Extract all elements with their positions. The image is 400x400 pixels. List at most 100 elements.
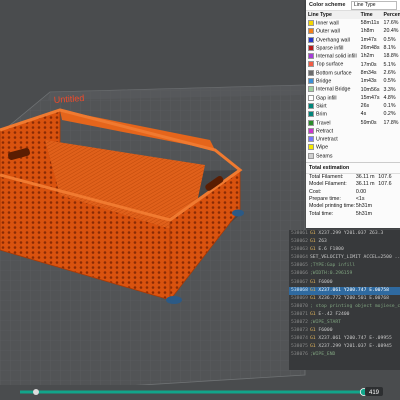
legend-label: Gap infill — [316, 95, 337, 102]
gcode-line[interactable]: 538072 ;WIPE_START — [289, 319, 400, 327]
gcode-line[interactable]: 538074 G1 X237.061 Y200.747 E-.09955 — [289, 335, 400, 343]
legend-row[interactable]: Wipe — [306, 143, 400, 151]
legend-label: Travel — [316, 119, 331, 126]
gcode-line[interactable]: 538066 ;WIDTH:0.296159 — [289, 270, 400, 278]
gcode-line-number: 538067 — [291, 279, 308, 285]
gcode-line-number: 538069 — [291, 295, 308, 301]
estimation-key: Model Filament: — [309, 181, 347, 188]
legend-swatch — [308, 44, 314, 51]
gcode-args: SET_VELOCITY_LIMIT ACCEL=2500 ... — [309, 255, 400, 261]
gcode-line-number: 538073 — [291, 328, 308, 334]
estimation-weight: 107.6 — [378, 174, 392, 181]
estimation-key: Model printing time: — [309, 203, 356, 210]
legend-row[interactable]: Travel 59m0s 17.8% — [306, 119, 400, 127]
legend-label: Seams — [316, 153, 333, 160]
legend-time: 26s — [360, 103, 370, 110]
legend-time: 59m0s — [360, 119, 377, 126]
gcode-line-number: 538068 — [291, 287, 308, 293]
gcode-args: ;WIPE_END — [309, 352, 336, 358]
legend-row[interactable]: Gap infill 15m47s 4.8% — [306, 94, 400, 102]
legend-row[interactable]: Bottom surface 8m34s 2.6% — [306, 69, 400, 77]
legend-row[interactable]: Seams — [306, 152, 400, 160]
gcode-line[interactable]: 538076 ;WIPE_END — [289, 351, 400, 359]
col-line-type: Line Type — [306, 11, 359, 19]
gcode-line-number: 538072 — [291, 320, 308, 326]
estimation-row: Cost: 0.00 — [306, 189, 400, 196]
estimation-value: 5h31m — [355, 203, 373, 210]
gcode-line[interactable]: 538065 ;TYPE:Gap infill — [289, 262, 400, 270]
gcode-line[interactable]: 538073 G1 F6000 — [289, 327, 400, 335]
gcode-line[interactable]: 538069 G1 X236.772 Y200.501 E.00768 — [289, 295, 400, 303]
legend-row[interactable]: Outer wall 1h8m 20.4% — [306, 27, 400, 35]
legend-time: 1h8m — [360, 28, 374, 35]
legend-row[interactable]: Unretract — [306, 135, 400, 143]
legend-time — [359, 135, 382, 143]
gcode-args: X237.299 Y201.037 Z63.3 — [315, 231, 384, 236]
gcode-args: E.6 F1800 — [315, 247, 344, 253]
legend-percent: 0.5% — [383, 78, 396, 85]
legend-swatch — [308, 86, 314, 93]
gcode-args: ;WIDTH:0.296159 — [309, 271, 353, 277]
estimation-key: Total time: — [309, 210, 334, 217]
legend-percent: 5.1% — [383, 61, 396, 68]
legend-label: Wipe — [316, 144, 329, 151]
legend-row[interactable]: Brim 4s 0.2% — [306, 110, 400, 118]
gcode-viewer[interactable]: 538061 G1 X237.299 Y201.037 Z63.3 538062 G1… — [289, 230, 400, 370]
legend-percent — [382, 152, 400, 160]
legend-row[interactable]: Bridge 1m43s 0.5% — [306, 77, 400, 85]
gcode-line-number: 538070 — [291, 303, 308, 309]
gcode-line[interactable]: 538061 G1 X237.299 Y201.037 Z63.3 — [289, 230, 400, 238]
gcode-line[interactable]: 538071 G1 E-.42 F2400 — [289, 311, 400, 319]
legend-swatch — [308, 111, 314, 118]
legend-percent: 17.8% — [383, 119, 399, 126]
legend-label: Unretract — [316, 136, 338, 143]
legend-label: Internal solid infill — [316, 53, 357, 60]
legend-percent — [382, 127, 400, 135]
legend-row[interactable]: Top surface 17m0s 5.1% — [306, 60, 400, 68]
plate-name[interactable]: Untitled — [53, 93, 84, 105]
legend-swatch — [308, 69, 314, 76]
legend-row[interactable]: Skirt 26s 0.1% — [306, 102, 400, 110]
legend-percent: 18.8% — [383, 53, 399, 60]
legend-swatch — [308, 136, 314, 143]
legend-swatch — [308, 127, 314, 134]
legend-percent: 8.1% — [383, 45, 396, 52]
gcode-current-line[interactable]: 538068 G1 X237.061 Y200.747 E.00758 — [289, 286, 400, 295]
estimation-row: Prepare time: <1s — [306, 196, 400, 203]
legend-label: Sparse infill — [316, 45, 344, 52]
gcode-line[interactable]: 538070; stop printing object mojiese_cra… — [289, 303, 400, 311]
legend-label: Retract — [316, 128, 334, 135]
gcode-args: ;WIPE_START — [309, 320, 341, 326]
legend-percent: 0.2% — [383, 111, 396, 118]
legend-time: 1m43s — [360, 78, 377, 85]
legend-label: Top surface — [316, 61, 344, 68]
legend-row[interactable]: Retract — [306, 127, 400, 135]
gcode-line-number: 538076 — [291, 352, 308, 358]
gcode-line[interactable]: 538064 SET_VELOCITY_LIMIT ACCEL=2500 ... — [289, 254, 400, 262]
gcode-line-number: 538071 — [291, 311, 308, 317]
gcode-line[interactable]: 538075 G1 X237.299 Y201.037 E-.08945 — [289, 343, 400, 351]
gcode-line[interactable]: 538063 G1 E.6 F1800 — [289, 246, 400, 254]
gcode-args: X237.299 Y201.037 E-.08945 — [315, 344, 392, 350]
legend-row[interactable]: Internal Bridge 10m56s 3.3% — [306, 85, 400, 93]
legend-swatch — [308, 53, 314, 60]
gcode-args: X237.061 Y200.747 E.00758 — [315, 287, 389, 293]
legend-row[interactable]: Internal solid infill 1h2m 18.8% — [306, 52, 400, 60]
estimation-weight — [378, 196, 397, 203]
legend-percent: 17.6% — [383, 20, 399, 27]
legend-time: 58m11s — [360, 20, 380, 27]
gcode-args: F6000 — [315, 279, 333, 285]
legend-row[interactable]: Inner wall 58m11s 17.6% — [306, 19, 400, 27]
layer-slider[interactable] — [0, 385, 400, 400]
legend-label: Internal Bridge — [316, 86, 351, 93]
col-time: Time — [358, 11, 382, 19]
legend-row[interactable]: Overhang wall 1m47s 0.5% — [306, 36, 400, 44]
legend-swatch — [308, 94, 314, 101]
legend-label: Skirt — [316, 103, 327, 110]
legend-label: Bridge — [316, 78, 332, 85]
gcode-line[interactable]: 538062 G1 Z63 — [289, 238, 400, 246]
legend-swatch — [308, 152, 314, 159]
gcode-line[interactable]: 538067 G1 F6000 — [289, 279, 400, 287]
legend-row[interactable]: Sparse infill 26m48s 8.1% — [306, 44, 400, 52]
view-type-select[interactable]: Line Type — [351, 0, 397, 10]
